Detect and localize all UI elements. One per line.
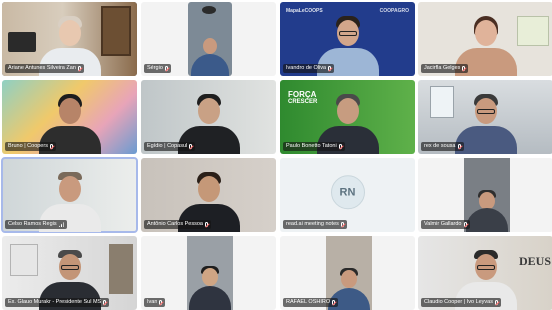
- participant-name-tag: Jacirfla Gelges: [421, 64, 469, 73]
- participant-name: Ex. Glauo Murakr - Presidente Sul MS: [8, 299, 102, 305]
- participant-video: [188, 246, 232, 310]
- video-tile-paulo[interactable]: FORÇA CRESCER Paulo Bonetto Tatoni: [280, 80, 415, 154]
- participant-name-tag: RAFAEL OSHIRO: [283, 298, 339, 307]
- video-grid: Ariane Antunes Silveira Zan Sérgio MapaL…: [0, 0, 552, 310]
- participant-name-tag: Paulo Bonetto Tatoni: [283, 142, 345, 151]
- mic-muted-icon: [103, 300, 107, 305]
- wall-map: [517, 16, 549, 46]
- mic-muted-icon: [495, 300, 498, 305]
- participant-video: [465, 168, 509, 232]
- mic-muted-icon: [338, 144, 342, 149]
- glasses: [60, 265, 79, 270]
- video-tile-ivan[interactable]: Ivan: [141, 236, 276, 310]
- video-tile-glauo[interactable]: Ex. Glauo Murakr - Presidente Sul MS: [2, 236, 137, 310]
- participant-name-tag: Valmir Gallardo: [421, 220, 470, 229]
- video-tile-jacirfla[interactable]: Jacirfla Gelges: [418, 2, 552, 76]
- participant-name: RAFAEL OSHIRO: [286, 299, 331, 305]
- video-tile-bruno[interactable]: Bruno | Coopers: [2, 80, 137, 154]
- mic-muted-icon: [77, 66, 81, 71]
- bookshelf: [101, 6, 131, 56]
- participant-name: Egídio | Copasul: [147, 143, 188, 149]
- participant-name: Valmir Gallardo: [424, 221, 462, 227]
- video-tile-ivandro[interactable]: MapaLeCOOPS COOPAGRO Ivandro de Oliva: [280, 2, 415, 76]
- participant-name-tag: rex de sousa: [421, 142, 464, 151]
- participant-name-tag: Celso Ramos Regis: [5, 220, 67, 229]
- participant-name: Bruno | Coopers: [8, 143, 48, 149]
- participant-name-tag: Ivandro de Oliva: [283, 64, 335, 73]
- video-tile-ivandro-overlay[interactable]: [188, 2, 232, 76]
- participant-name-tag: Ivan: [144, 298, 166, 307]
- video-tile-antonio[interactable]: Antônio Carlos Pessoa: [141, 158, 276, 232]
- video-tile-claudio[interactable]: DEUS Claudio Cooper | Ivo Leyvas: [418, 236, 552, 310]
- mic-muted-icon: [340, 222, 344, 227]
- speaking-icon: [58, 222, 64, 227]
- brand-logo-right: COOPAGRO: [379, 8, 409, 14]
- mic-muted-icon: [49, 144, 53, 149]
- video-tile-readai[interactable]: RN read.ai meeting notes: [280, 158, 415, 232]
- mic-muted-icon: [463, 222, 467, 227]
- participant-name: Ivandro de Oliva: [286, 65, 327, 71]
- participant-name-tag: Sérgio: [144, 64, 171, 73]
- video-tile-ariane[interactable]: Ariane Antunes Silveira Zan: [2, 2, 137, 76]
- participant-name: Sérgio: [147, 65, 163, 71]
- mic-muted-icon: [204, 222, 208, 227]
- participant-name: Jacirfla Gelges: [424, 65, 461, 71]
- participant-name-tag: Antônio Carlos Pessoa: [144, 220, 211, 229]
- participant-name: Celso Ramos Regis: [8, 221, 57, 227]
- participant-name: Antônio Carlos Pessoa: [147, 221, 203, 227]
- mic-muted-icon: [189, 144, 193, 149]
- participant-video: [190, 12, 230, 76]
- participant-name-tag: read.ai meeting notes: [283, 220, 347, 229]
- participant-name-tag: Egídio | Copasul: [144, 142, 196, 151]
- mic-muted-icon: [462, 66, 466, 71]
- monitor: [8, 32, 36, 52]
- video-tile-egidio[interactable]: Egídio | Copasul: [141, 80, 276, 154]
- wall-text: DEUS: [518, 254, 551, 268]
- mic-muted-icon: [332, 300, 336, 305]
- participant-name-tag: Bruno | Coopers: [5, 142, 56, 151]
- avatar: RN: [330, 175, 365, 210]
- participant-name: rex de sousa: [424, 143, 456, 149]
- glasses: [476, 109, 495, 114]
- video-tile-celso[interactable]: Celso Ramos Regis: [1, 157, 138, 233]
- participant-name: Claudio Cooper | Ivo Leyvas: [424, 299, 493, 305]
- bookshelf: [109, 244, 133, 294]
- glasses: [476, 265, 495, 270]
- participant-name-tag: Ariane Antunes Silveira Zan: [5, 64, 84, 73]
- mic-muted-icon: [328, 66, 332, 71]
- participant-name: Paulo Bonetto Tatoni: [286, 143, 337, 149]
- mic-muted-icon: [457, 144, 461, 149]
- mic-muted-icon: [159, 300, 163, 305]
- video-tile-rex[interactable]: rex de sousa: [418, 80, 552, 154]
- glasses: [338, 31, 357, 36]
- participant-name: Ariane Antunes Silveira Zan: [8, 65, 76, 71]
- participant-name-tag: Ex. Glauo Murakr - Presidente Sul MS: [5, 298, 110, 307]
- mic-muted-icon: [164, 66, 168, 71]
- video-tile-rafael[interactable]: RAFAEL OSHIRO: [280, 236, 415, 310]
- participant-name: Ivan: [147, 299, 158, 305]
- video-tile-valmir[interactable]: Valmir Gallardo: [418, 158, 552, 232]
- participant-name-tag: Claudio Cooper | Ivo Leyvas: [421, 298, 501, 307]
- participant-name: read.ai meeting notes: [286, 221, 339, 227]
